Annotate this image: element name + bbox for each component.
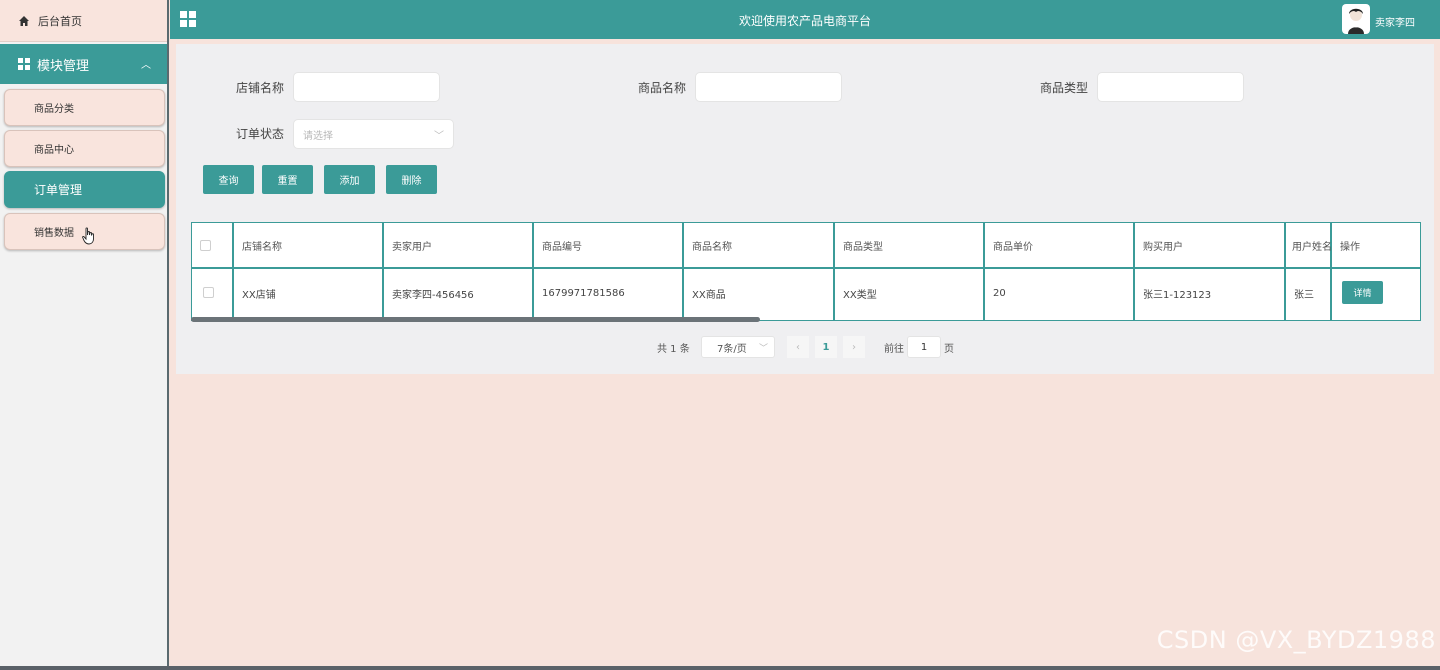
cell-buyer: 张三1-123123 — [1143, 289, 1212, 301]
col-header-price[interactable]: 商品单价 — [985, 223, 1135, 268]
col-header-shop[interactable]: 店铺名称 — [234, 223, 384, 268]
product-name-input[interactable] — [695, 72, 842, 102]
window-bottom-edge — [0, 666, 1440, 670]
col-header-type[interactable]: 商品类型 — [835, 223, 985, 268]
goto-page-input[interactable] — [907, 336, 941, 358]
sidebar-module-label: 模块管理 — [37, 58, 90, 74]
sidebar-item-orders[interactable]: 订单管理 — [4, 171, 165, 208]
pagination-total: 共 1 条 — [657, 344, 690, 355]
sidebar-item-product-center[interactable]: 商品中心 — [4, 130, 165, 167]
search-button[interactable]: 查询 — [203, 165, 254, 194]
page-title: 欢迎使用农产品电商平台 — [738, 14, 871, 28]
home-icon — [19, 15, 29, 26]
main-panel: 店铺名称 商品名称 商品类型 订单状态 请选择 ﹀ 查询 重置 添加 删除 店铺… — [176, 44, 1434, 374]
product-name-label: 商品名称 — [638, 81, 687, 95]
col-header-buyer-name[interactable]: 用户姓名 — [1286, 223, 1331, 268]
sidebar-item-label: 商品分类 — [34, 104, 74, 115]
col-header-action: 操作 — [1340, 242, 1360, 253]
shop-name-input[interactable] — [293, 72, 440, 102]
detail-button[interactable]: 详情 — [1342, 281, 1383, 304]
cell-product: XX商品 — [692, 289, 726, 301]
sidebar-home-label: 后台首页 — [38, 14, 82, 28]
page-unit-label: 页 — [944, 344, 954, 355]
sidebar-item-category[interactable]: 商品分类 — [4, 89, 165, 126]
col-header-seller[interactable]: 卖家用户 — [384, 223, 534, 268]
table-horizontal-scrollbar[interactable] — [191, 317, 760, 322]
goto-label: 前往 — [884, 344, 904, 355]
page-size-value: 7条/页 — [717, 343, 747, 355]
reset-button[interactable]: 重置 — [262, 165, 313, 194]
cell-type: XX类型 — [843, 289, 877, 301]
chevron-down-icon: ﹀ — [758, 344, 768, 354]
sidebar-home[interactable]: 后台首页 — [0, 0, 167, 42]
order-status-select[interactable]: 请选择 ﹀ — [293, 119, 454, 149]
hand-cursor-icon — [82, 227, 94, 245]
product-type-label: 商品类型 — [1040, 81, 1089, 95]
chevron-up-icon: ︿ — [141, 60, 151, 71]
add-button[interactable]: 添加 — [324, 165, 375, 194]
cell-price: 20 — [993, 287, 1006, 299]
delete-button[interactable]: 删除 — [386, 165, 437, 194]
avatar-icon — [1348, 8, 1364, 34]
sidebar-item-label: 销售数据 — [34, 228, 74, 239]
col-divider — [192, 223, 234, 320]
row-checkbox[interactable] — [203, 287, 214, 298]
order-status-placeholder: 请选择 — [303, 130, 333, 142]
product-type-input[interactable] — [1097, 72, 1244, 102]
chevron-down-icon: ﹀ — [434, 131, 444, 142]
cell-code: 1679971781586 — [542, 287, 625, 299]
chevron-right-icon: › — [852, 341, 856, 353]
prev-page-button[interactable]: ‹ — [787, 336, 809, 358]
top-header: 欢迎使用农产品电商平台 卖家李四 — [170, 0, 1440, 39]
select-all-checkbox[interactable] — [200, 240, 211, 251]
shop-name-label: 店铺名称 — [236, 81, 285, 95]
col-header-code[interactable]: 商品编号 — [534, 223, 684, 268]
col-header-product[interactable]: 商品名称 — [684, 223, 835, 268]
page-size-select[interactable]: 7条/页 ﹀ — [701, 336, 775, 358]
col-header-buyer[interactable]: 购买用户 — [1135, 223, 1286, 268]
watermark: CSDN @VX_BYDZ1988 — [1156, 626, 1436, 654]
orders-table: 店铺名称 卖家用户 商品编号 商品名称 商品类型 商品单价 购买用户 用户姓名 … — [191, 222, 1421, 321]
page-number-current[interactable]: 1 — [815, 336, 837, 358]
sidebar: 后台首页 模块管理 ︿ 商品分类 商品中心 订单管理 销售数据 — [0, 0, 169, 670]
chevron-left-icon: ‹ — [796, 341, 800, 353]
sidebar-module-menu[interactable]: 模块管理 ︿ — [0, 44, 167, 84]
cell-shop: XX店铺 — [242, 289, 276, 301]
avatar[interactable] — [1342, 4, 1370, 34]
grid-icon — [18, 58, 30, 70]
sidebar-item-label: 商品中心 — [34, 145, 74, 156]
sidebar-item-label: 订单管理 — [34, 183, 83, 197]
cell-buyer-name: 张三 — [1294, 289, 1314, 301]
user-name[interactable]: 卖家李四 — [1375, 14, 1415, 29]
order-status-label: 订单状态 — [236, 127, 285, 141]
cell-seller: 卖家李四-456456 — [392, 289, 474, 301]
next-page-button[interactable]: › — [843, 336, 865, 358]
